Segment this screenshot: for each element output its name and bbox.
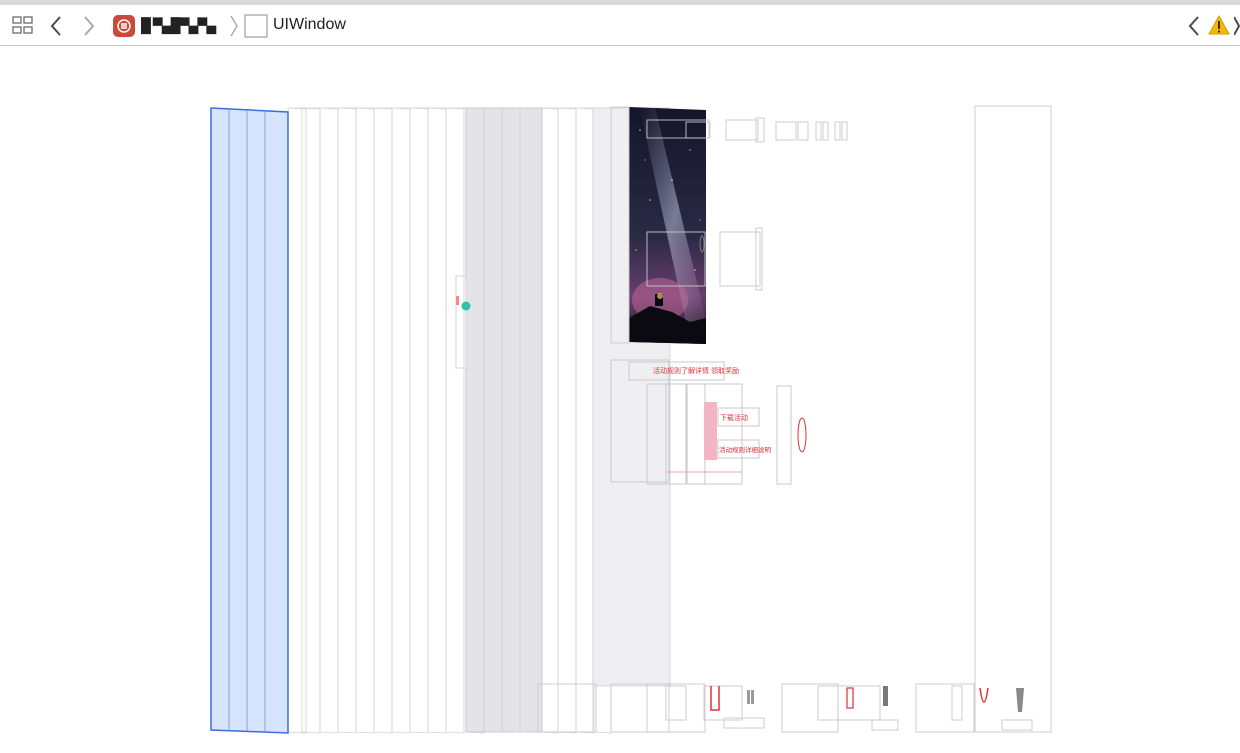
night-sky-image[interactable] [629,107,706,344]
chevron-left-icon[interactable] [49,15,63,37]
tab-icons [710,686,1024,712]
view-layer-outline[interactable] [373,107,393,734]
grid-icon[interactable] [12,16,34,36]
chevron-right-icon[interactable] [82,15,96,37]
view-layer-outline[interactable] [337,107,357,734]
view-layer-outline[interactable] [391,107,411,734]
window-icon[interactable] [244,14,268,38]
warning-triangle-icon[interactable] [1208,15,1230,35]
debug-navigator-toolbar: █ ▀▄█▀▄▀▄ UIWindow [0,5,1240,46]
view-hierarchy-canvas[interactable]: 活动规则了解详情 领取奖励 下载活动 活动规则详细说明 [0,46,1240,753]
view-layer-outline[interactable] [575,107,595,734]
view-layer-outline[interactable] [319,107,339,734]
app-icon[interactable] [112,15,136,37]
bottom-bar-layers [537,683,1033,733]
view-layer-outline[interactable] [355,107,375,734]
card-line-2: 活动规则详细说明 [719,445,772,454]
view-layer-outline[interactable] [301,107,321,734]
view-layer-outline[interactable] [445,107,465,734]
app-name-label[interactable]: █ ▀▄█▀▄▀▄ [141,17,216,33]
issue-forward-chevron-icon[interactable] [1234,15,1240,37]
breadcrumb-current-item[interactable]: UIWindow [273,16,346,34]
issue-back-chevron-icon[interactable] [1187,15,1201,37]
view-layer-outline[interactable] [557,107,577,734]
banner-text: 活动规则了解详情 领取奖励 [653,366,739,375]
view-hierarchy-3d[interactable]: 活动规则了解详情 领取奖励 下载活动 活动规则详细说明 [0,46,1240,753]
view-layer-outline[interactable] [539,107,559,734]
right-panel-layer [974,105,1052,733]
selected-view-layer[interactable] [210,107,289,734]
view-layer-outline[interactable] [409,107,429,734]
view-layer-outline[interactable] [427,107,447,734]
view-layer-outline[interactable] [287,107,307,734]
layer-stack [287,107,612,734]
breadcrumb-separator-icon [230,15,238,37]
card-line-1: 下载活动 [720,413,748,422]
